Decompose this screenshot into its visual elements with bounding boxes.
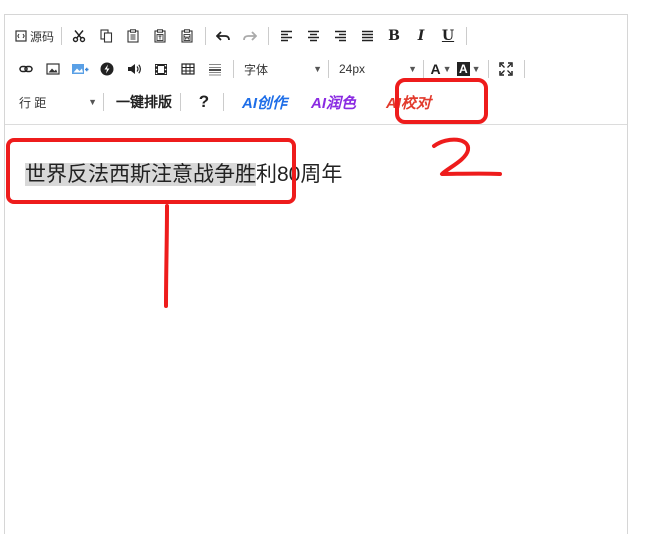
font-size-value: 24px (339, 62, 366, 76)
toolbar-divider (103, 93, 104, 111)
source-code-icon (15, 30, 27, 42)
line-height-label: 行 距 (19, 95, 47, 110)
source-code-button[interactable]: 源码 (15, 25, 54, 47)
background-color-button[interactable]: A ▼ (457, 58, 481, 80)
table-icon (181, 63, 195, 75)
align-justify-icon (361, 30, 373, 42)
font-size-select[interactable]: 24px ▼ (335, 58, 421, 80)
scissors-icon (72, 30, 86, 43)
align-center-button[interactable] (302, 25, 324, 47)
ai-polish-button[interactable]: AI润色 (311, 91, 356, 113)
font-family-select[interactable]: 字体 ▼ (240, 58, 326, 80)
image-button[interactable] (42, 58, 64, 80)
rich-text-editor: 源码 B I U 字体 ▼ 24px ▼ A ▼ A ▼ 行 距 ▼ 一键排版 … (4, 14, 628, 534)
align-right-icon (334, 30, 346, 42)
toolbar-divider (223, 93, 224, 111)
link-button[interactable] (15, 58, 37, 80)
chevron-down-icon: ▼ (313, 64, 322, 74)
align-justify-button[interactable] (356, 25, 378, 47)
editor-toolbar: 源码 B I U 字体 ▼ 24px ▼ A ▼ A ▼ 行 距 ▼ 一键排版 … (5, 15, 627, 125)
italic-button[interactable]: I (410, 25, 432, 47)
line-height-select[interactable]: 行 距 ▼ (15, 91, 101, 113)
align-right-button[interactable] (329, 25, 351, 47)
fullscreen-icon (498, 62, 513, 76)
cut-button[interactable] (68, 25, 90, 47)
toolbar-row-1: 源码 B I U (15, 22, 617, 50)
speaker-icon (127, 64, 141, 74)
paste-button[interactable] (122, 25, 144, 47)
paste-word-icon (181, 29, 193, 43)
chevron-down-icon: ▼ (471, 64, 481, 74)
copy-button[interactable] (95, 25, 117, 47)
annotation-number-1 (164, 204, 169, 308)
font-color-button[interactable]: A ▼ (430, 58, 452, 80)
toolbar-divider (423, 60, 424, 78)
chevron-down-icon: ▼ (408, 64, 417, 74)
undo-icon (216, 31, 230, 41)
background-color-icon: A (457, 62, 470, 76)
multi-image-button[interactable] (69, 58, 91, 80)
copy-icon (99, 29, 112, 43)
align-left-icon (280, 30, 292, 42)
chevron-down-icon: ▼ (442, 64, 452, 74)
horizontal-rule-button[interactable] (204, 58, 226, 80)
paste-text-icon (154, 29, 166, 43)
undo-button[interactable] (212, 25, 234, 47)
toolbar-divider (487, 60, 489, 78)
horizontal-rule-icon (209, 63, 221, 75)
fullscreen-button[interactable] (495, 58, 517, 80)
ai-create-button[interactable]: AI创作 (242, 91, 287, 113)
chevron-down-icon: ▼ (88, 97, 97, 107)
underline-button[interactable]: U (437, 25, 459, 47)
annotation-number-2 (432, 137, 502, 176)
align-center-icon (307, 30, 319, 42)
paste-text-button[interactable] (149, 25, 171, 47)
flash-button[interactable] (96, 58, 118, 80)
toolbar-divider (268, 27, 270, 45)
clipboard-icon (127, 29, 139, 43)
help-button[interactable]: ? (193, 91, 215, 113)
link-icon (19, 65, 33, 73)
bold-button[interactable]: B (383, 25, 405, 47)
font-family-value: 字体 (244, 62, 269, 77)
flash-icon (100, 62, 114, 76)
audio-button[interactable] (123, 58, 145, 80)
one-click-format-button[interactable]: 一键排版 (116, 91, 172, 113)
toolbar-divider (523, 60, 525, 78)
toolbar-divider (205, 27, 207, 45)
redo-icon (243, 31, 258, 41)
toolbar-divider (180, 93, 181, 111)
annotation-box-selection (6, 138, 296, 204)
film-icon (155, 63, 167, 75)
paste-word-button[interactable] (176, 25, 198, 47)
font-color-icon: A (430, 61, 441, 77)
redo-button[interactable] (239, 25, 261, 47)
toolbar-divider (328, 60, 329, 78)
toolbar-divider (61, 27, 63, 45)
toolbar-divider (233, 60, 234, 78)
video-button[interactable] (150, 58, 172, 80)
annotation-box-ai-proofread (395, 78, 488, 124)
toolbar-divider (466, 27, 468, 45)
table-button[interactable] (177, 58, 199, 80)
align-left-button[interactable] (275, 25, 297, 47)
image-icon (46, 63, 60, 75)
toolbar-row-2: 字体 ▼ 24px ▼ A ▼ A ▼ (15, 55, 617, 83)
multi-image-icon (72, 63, 89, 74)
source-code-label: 源码 (30, 29, 55, 44)
toolbar-row-3: 行 距 ▼ 一键排版 ? AI创作 AI润色 AI校对 (15, 88, 617, 116)
